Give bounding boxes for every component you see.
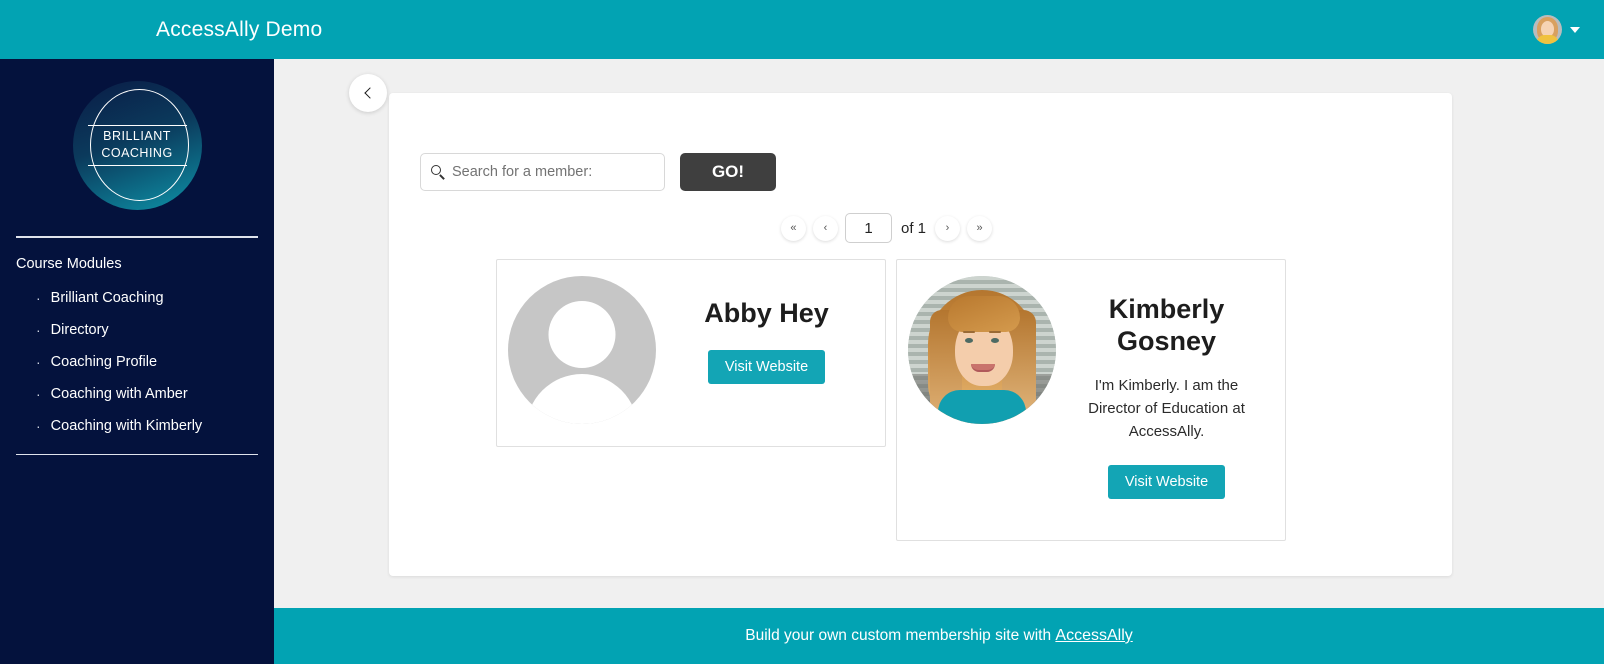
member-bio: I'm Kimberly. I am the Director of Educa… — [1088, 376, 1245, 441]
pagination-total-label: of 1 — [900, 219, 927, 237]
sidebar-item-directory[interactable]: · Directory — [0, 314, 274, 346]
sidebar: BRILLIANT COACHING Course Modules · Bril… — [0, 59, 274, 608]
visit-website-button[interactable]: Visit Website — [1107, 465, 1226, 500]
sidebar-item-coaching-with-amber[interactable]: · Coaching with Amber — [0, 378, 274, 410]
sidebar-item-label: Coaching with Amber — [50, 385, 188, 402]
logo-rule-bottom — [87, 165, 187, 167]
bullet-icon: · — [36, 289, 41, 306]
search-input[interactable] — [452, 164, 654, 180]
footer: Build your own custom membership site wi… — [274, 608, 1604, 664]
member-photo — [907, 276, 1056, 424]
bullet-icon: · — [36, 417, 41, 434]
pagination-next-button[interactable]: › — [935, 215, 961, 241]
page-title: AccessAlly Demo — [156, 17, 323, 41]
member-avatar — [897, 272, 1067, 424]
member-name: Abby Hey — [704, 298, 829, 328]
logo-line-2: COACHING — [101, 146, 173, 160]
pagination: « ‹ of 1 › » — [389, 213, 1452, 243]
sidebar-collapse-button[interactable] — [349, 74, 387, 112]
search-submit-button[interactable]: GO! — [680, 153, 776, 191]
placeholder-avatar-icon — [507, 276, 656, 424]
footer-accessally-link[interactable]: AccessAlly — [1055, 627, 1132, 645]
sidebar-item-brilliant-coaching[interactable]: · Brilliant Coaching — [0, 282, 274, 314]
app-header: AccessAlly Demo — [0, 0, 1604, 59]
directory-panel: GO! « ‹ of 1 › » Abby Hey Visit Website — [389, 93, 1452, 576]
sidebar-nav: · Brilliant Coaching · Directory · Coach… — [0, 272, 274, 442]
search-box[interactable] — [420, 153, 665, 191]
sidebar-item-coaching-with-kimberly[interactable]: · Coaching with Kimberly — [0, 410, 274, 442]
sidebar-item-label: Brilliant Coaching — [50, 289, 164, 306]
search-row: GO! — [389, 93, 1452, 191]
sidebar-item-coaching-profile[interactable]: · Coaching Profile — [0, 346, 274, 378]
footer-sidebar-fill — [0, 608, 274, 664]
site-logo[interactable]: BRILLIANT COACHING — [0, 59, 274, 210]
bullet-icon: · — [36, 321, 41, 338]
pagination-first-button[interactable]: « — [780, 215, 806, 241]
caret-down-icon[interactable] — [1570, 26, 1580, 33]
main-content: GO! « ‹ of 1 › » Abby Hey Visit Website — [274, 59, 1604, 608]
user-menu[interactable] — [1533, 15, 1580, 44]
member-avatar — [497, 272, 667, 424]
member-card: Abby Hey Visit Website — [495, 259, 886, 447]
member-card: Kimberly Gosney I'm Kimberly. I am the D… — [895, 259, 1286, 541]
user-avatar-icon[interactable] — [1533, 15, 1562, 44]
logo-line-1: BRILLIANT — [103, 129, 171, 143]
pagination-prev-button[interactable]: ‹ — [812, 215, 838, 241]
visit-website-button[interactable]: Visit Website — [707, 349, 826, 384]
footer-text: Build your own custom membership site wi… — [745, 627, 1052, 644]
pagination-page-input[interactable] — [844, 213, 892, 243]
sidebar-item-label: Coaching Profile — [50, 353, 158, 370]
bullet-icon: · — [36, 385, 41, 402]
sidebar-item-label: Coaching with Kimberly — [50, 417, 203, 434]
sidebar-section-title: Course Modules — [16, 255, 122, 272]
chevron-left-icon — [363, 87, 376, 99]
sidebar-item-label: Directory — [50, 321, 109, 338]
search-icon — [431, 164, 446, 180]
bullet-icon: · — [36, 353, 41, 370]
sidebar-divider-bottom — [16, 453, 258, 455]
member-list: Abby Hey Visit Website Kimberly Gosney I… — [389, 259, 1452, 541]
pagination-last-button[interactable]: » — [967, 215, 993, 241]
member-name: Kimberly Gosney — [1108, 294, 1225, 356]
